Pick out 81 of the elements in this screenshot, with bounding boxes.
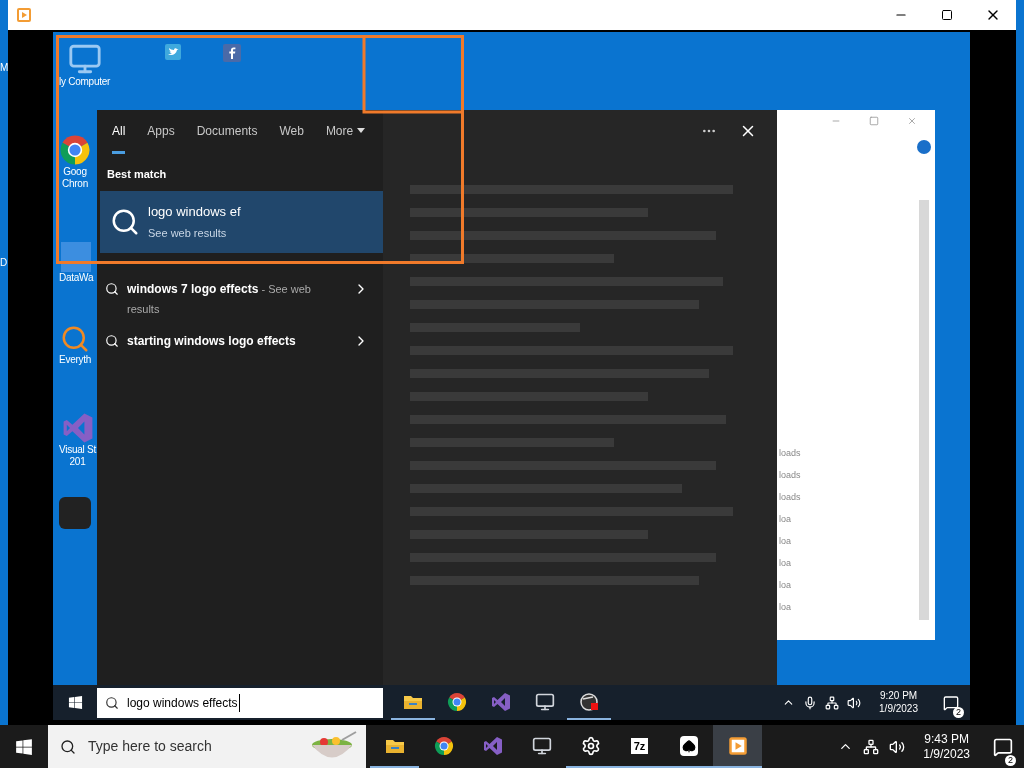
desktop-icon-label: M [0,61,8,75]
circle-logo-icon [59,134,91,166]
list-text: loa [779,535,792,548]
search-text: logo windows effects [127,693,240,712]
chat-icon [943,694,959,711]
search-field[interactable]: Type here to search [48,725,366,768]
monitor-icon [531,735,552,756]
suggestion-item[interactable]: starting windows logo effects [97,330,383,363]
clock-date: 1/9/2023 [923,746,970,762]
desktop-icon-label: D [0,256,8,270]
clock-time: 9:43 PM [924,731,969,747]
maximize-icon [869,116,879,126]
help-icon [917,140,931,154]
clock-time: 9:20 PM [879,690,918,703]
bird-icon [165,44,181,60]
search-icon [60,738,76,755]
desktop-icon-label: Goog [63,166,87,178]
suggestion-text: starting windows logo effects [127,332,297,350]
search-placeholder: Type here to search [88,737,212,756]
maximize-icon [941,9,953,21]
circle-logo-icon [433,735,454,756]
suggestion-text: windows 7 logo effects - See web results [127,280,312,317]
desktop-icon-label: Visual St [59,444,97,456]
circle-logo-icon [447,691,467,712]
microphone-icon [803,695,818,710]
caret-icon [357,127,366,134]
filter-tab[interactable]: Documents [196,110,258,154]
ribbon-logo-icon [61,412,94,444]
settings-icon [580,735,601,756]
search-field[interactable]: logo windows effects [97,687,383,718]
app-icon [59,497,91,529]
notification-count: 2 [1005,755,1016,766]
desktop-icon-label: DataWa [59,272,94,284]
search-icon [105,695,119,710]
clock-date: 1/9/2023 [879,702,918,715]
list-text: loa [779,601,792,614]
network-icon [825,695,840,710]
taskbar-app-button[interactable] [713,725,762,768]
result-subtitle: See web results [148,225,228,241]
desktop-icon-label: Chron [62,178,88,190]
taskbar-app-button[interactable]: 7z [615,725,664,768]
filter-tab[interactable]: More [325,110,366,154]
search-icon [105,333,119,348]
list-text: loa [779,557,792,570]
network-icon [863,738,880,755]
volume-icon [889,738,906,755]
list-text: loa [779,579,792,592]
computer-icon [67,42,102,76]
chat-icon [993,736,1013,757]
ribbon-logo-icon [482,735,503,756]
list-text: loads [779,491,801,504]
notification-count: 2 [953,707,964,718]
desktop-icon-label: Everyth [59,354,92,366]
filter-tab[interactable]: All [112,110,126,154]
play-icon [16,7,32,23]
record-icon [579,691,599,712]
close-icon [907,116,917,126]
f-logo-icon [223,44,241,62]
suggestion-item[interactable]: windows 7 logo effects - See web results [97,278,383,319]
result-title: logo windows ef [148,203,241,221]
play-icon [727,735,748,756]
monitor-icon [535,691,555,712]
best-match-result[interactable]: logo windows ef See web results [100,190,383,253]
ribbon-logo-icon [491,691,511,712]
filter-tab[interactable]: Apps [147,110,175,154]
notification-button[interactable]: 2 [988,725,1018,768]
notification-button[interactable]: 2 [936,685,966,720]
list-text: loa [779,513,792,526]
app-tile-label: 7z [630,737,649,754]
desktop-icon-label: ly Computer [59,76,111,88]
filter-tab[interactable]: Web [279,110,304,154]
windows-logo-icon [67,695,83,710]
volume-icon [847,695,862,710]
list-text: loads [779,469,801,482]
spade-card-icon [679,735,698,756]
app-icon [61,242,92,272]
list-text: loads [779,447,801,460]
windows-logo-icon [15,737,33,756]
search-icon [105,281,119,296]
desktop-icon-label: 201 [69,456,86,468]
section-heading: Best match [106,167,168,182]
